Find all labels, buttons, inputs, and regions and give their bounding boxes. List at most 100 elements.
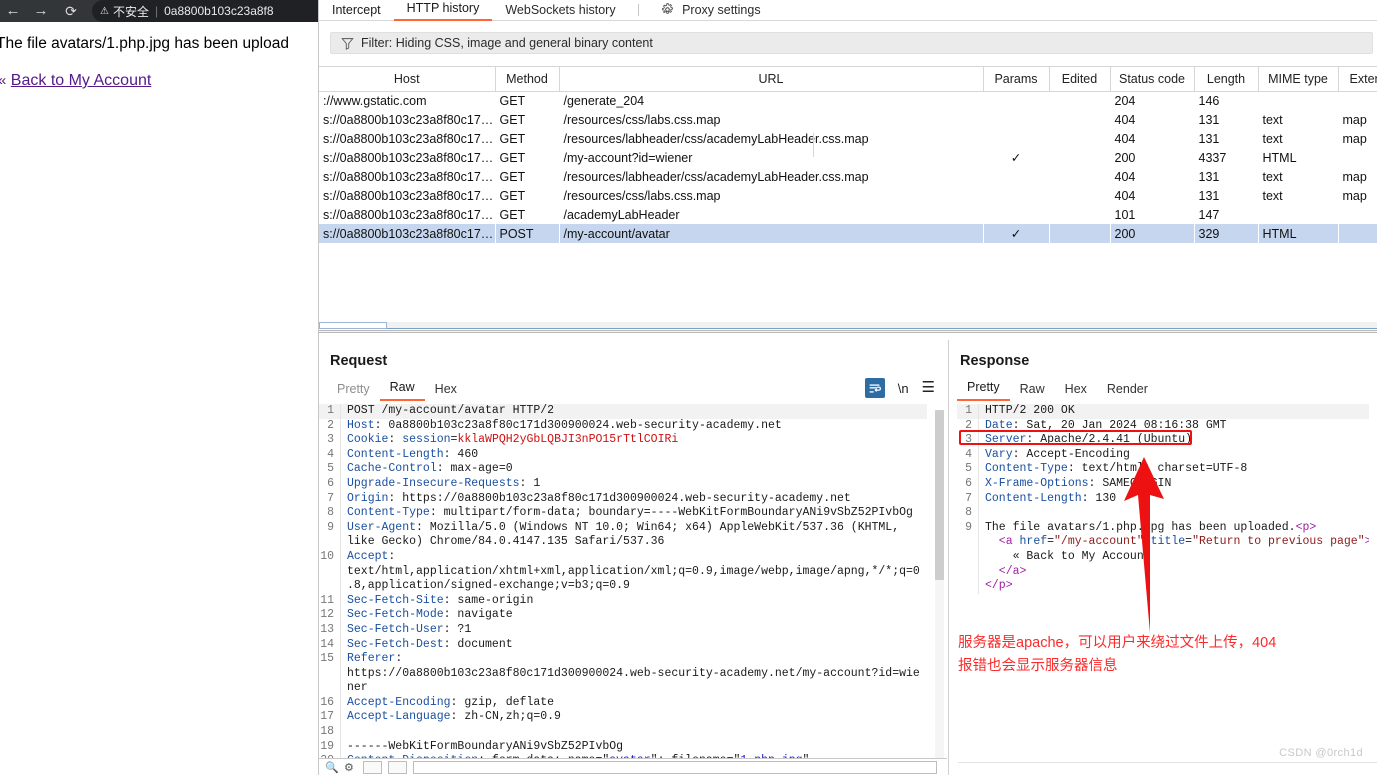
word-wrap-icon[interactable] xyxy=(864,378,885,398)
back-to-my-account-link[interactable]: Back to My Account xyxy=(11,72,152,89)
line-number: 12 xyxy=(319,608,341,623)
filter-bar[interactable]: Filter: Hiding CSS, image and general bi… xyxy=(330,32,1373,54)
table-horizontal-scrollbar[interactable] xyxy=(319,322,1377,329)
code-line: 7 Content-Length: 130 xyxy=(957,491,1369,507)
line-number: 3 xyxy=(319,433,341,448)
http-history-table[interactable]: Host Method URL Params Edited Status cod… xyxy=(319,66,1377,322)
line-number: 15 xyxy=(319,652,341,667)
arrow-left-icon[interactable]: ← xyxy=(0,0,26,22)
cell-mime-type: text xyxy=(1262,112,1283,127)
cell-length: 131 xyxy=(1198,188,1220,203)
cell-mime-type xyxy=(1258,205,1338,224)
cell-edited xyxy=(1049,91,1110,110)
table-row[interactable]: s://0a8800b103c23a8f80c17… GET/resources/… xyxy=(319,129,1377,148)
code-text: Sec-Fetch-User: ?1 xyxy=(347,622,472,636)
code-line: .8,application/signed-exchange;v=b3;q=0.… xyxy=(319,579,927,594)
gear-icon[interactable]: ⚙ xyxy=(344,761,357,774)
cell-params: ✓ xyxy=(1010,151,1022,165)
request-pane: Request Pretty Raw Hex \n ☰ 1 POST /my-a… xyxy=(319,340,947,775)
cell-extension xyxy=(1338,205,1377,224)
cell-host: ://www.gstatic.com xyxy=(323,93,427,108)
column-header-length[interactable]: Length xyxy=(1194,67,1259,92)
cell-host: s://0a8800b103c23a8f80c17… xyxy=(323,169,494,184)
tab-proxy-settings[interactable]: Proxy settings xyxy=(648,1,774,21)
pane-splitter[interactable] xyxy=(319,330,1377,333)
response-tab-render[interactable]: Render xyxy=(1097,382,1158,401)
cell-method: GET xyxy=(499,131,526,146)
response-tab-hex[interactable]: Hex xyxy=(1055,382,1097,401)
column-header-host[interactable]: Host xyxy=(319,67,496,92)
code-line: 2 Host: 0a8800b103c23a8f80c171d300900024.… xyxy=(319,418,927,434)
filter-label: Filter: Hiding CSS, image and general bi… xyxy=(361,36,653,50)
response-tab-pretty[interactable]: Pretty xyxy=(957,380,1010,401)
line-number: 9 xyxy=(957,520,979,536)
request-tab-raw[interactable]: Raw xyxy=(379,380,425,401)
code-line: 9 User-Agent: Mozilla/5.0 (Windows NT 10.… xyxy=(319,520,927,536)
browser-window: ← → ⟳ ⚠ 不安全 | 0a8800b103c23a8f8 The file… xyxy=(0,0,330,775)
cell-length: 131 xyxy=(1198,112,1220,127)
newline-toggle[interactable]: \n xyxy=(898,381,909,396)
cell-host: s://0a8800b103c23a8f80c17… xyxy=(323,188,494,203)
code-text: Accept: xyxy=(347,549,396,563)
code-line: 9 The file avatars/1.php.jpg has been upl… xyxy=(957,520,1369,536)
regex-button[interactable] xyxy=(388,760,407,774)
column-header-status-code[interactable]: Status code xyxy=(1110,67,1195,92)
table-row[interactable]: ://www.gstatic.com GET/generate_204 204 146 xyxy=(319,91,1377,110)
hamburger-menu-icon[interactable]: ☰ xyxy=(922,380,935,395)
scrollbar-thumb[interactable] xyxy=(319,322,387,329)
cell-extension xyxy=(1338,91,1377,110)
column-header-extension[interactable]: Extension xyxy=(1338,67,1377,92)
code-text: </p> xyxy=(985,579,1013,593)
search-input[interactable] xyxy=(413,760,937,774)
response-tab-raw[interactable]: Raw xyxy=(1010,382,1055,401)
address-bar[interactable]: ⚠ 不安全 | 0a8800b103c23a8f8 xyxy=(92,0,330,22)
code-line: </a> xyxy=(957,564,1369,580)
tab-http-history[interactable]: HTTP history xyxy=(393,0,493,21)
column-header-edited[interactable]: Edited xyxy=(1049,67,1111,92)
column-header-url[interactable]: URL xyxy=(559,67,984,92)
code-text: Cookie: session=kklaWPQH2yGbLQBJI3nPO15r… xyxy=(347,433,679,447)
match-case-button[interactable] xyxy=(363,760,382,774)
code-line: 10 Accept: xyxy=(319,549,927,565)
line-number: 9 xyxy=(319,520,341,536)
reload-icon[interactable]: ⟳ xyxy=(58,0,84,22)
code-text: Content-Type: text/html; charset=UTF-8 xyxy=(985,462,1248,476)
request-editor[interactable]: 1 POST /my-account/avatar HTTP/2 2 Host: 0a… xyxy=(319,404,927,775)
cell-url: /my-account?id=wiener xyxy=(563,150,693,165)
code-text: like Gecko) Chrome/84.0.4147.135 Safari/… xyxy=(347,535,665,549)
back-link-container[interactable]: « Back to My Account xyxy=(0,72,151,90)
tab-intercept[interactable]: Intercept xyxy=(319,2,394,21)
line-number xyxy=(957,579,979,594)
search-icon[interactable]: 🔍 xyxy=(325,761,339,774)
tab-websockets-history[interactable]: WebSockets history xyxy=(492,2,628,21)
arrow-right-icon[interactable]: → xyxy=(28,0,54,22)
table-row[interactable]: s://0a8800b103c23a8f80c17… GET/resources/… xyxy=(319,167,1377,186)
request-tab-hex[interactable]: Hex xyxy=(425,382,467,401)
line-number: 18 xyxy=(319,725,341,740)
table-row[interactable]: s://0a8800b103c23a8f80c17… GET/resources/… xyxy=(319,110,1377,129)
request-scrollbar-thumb[interactable] xyxy=(935,410,944,580)
column-header-method[interactable]: Method xyxy=(495,67,560,92)
column-header-mime-type[interactable]: MIME type xyxy=(1258,67,1339,92)
code-line: 6 X-Frame-Options: SAMEORIGIN xyxy=(957,476,1369,492)
request-search-bar[interactable]: 🔍 ⚙ xyxy=(319,758,947,775)
cell-mime-type: HTML xyxy=(1258,224,1338,243)
code-text: User-Agent: Mozilla/5.0 (Windows NT 10.0… xyxy=(347,520,900,534)
cell-edited xyxy=(1049,148,1110,167)
table-row[interactable]: s://0a8800b103c23a8f80c17… POST/my-accoun… xyxy=(319,224,1377,243)
table-row[interactable]: s://0a8800b103c23a8f80c17… GET/my-account… xyxy=(319,148,1377,167)
request-tab-pretty[interactable]: Pretty xyxy=(327,382,380,401)
cell-method: GET xyxy=(499,150,526,165)
line-number: 19 xyxy=(319,739,341,755)
response-tabs: Pretty Raw Hex Render xyxy=(957,380,1158,401)
code-line: 16 Accept-Encoding: gzip, deflate xyxy=(319,695,927,711)
table-row[interactable]: s://0a8800b103c23a8f80c17… GET/academyLab… xyxy=(319,205,1377,224)
cell-params xyxy=(983,167,1049,186)
table-row[interactable]: s://0a8800b103c23a8f80c17… GET/resources/… xyxy=(319,186,1377,205)
column-header-params[interactable]: Params xyxy=(983,67,1050,92)
response-editor[interactable]: 1 HTTP/2 200 OK 2 Date: Sat, 20 Jan 2024 08… xyxy=(957,404,1369,775)
cell-length: 146 xyxy=(1198,93,1220,108)
cell-url: /resources/labheader/css/academyLabHeade… xyxy=(563,131,869,146)
code-text: ------WebKitFormBoundaryANi9vSbZ52PIvbOg xyxy=(347,739,624,753)
code-text: </a> xyxy=(985,564,1027,578)
